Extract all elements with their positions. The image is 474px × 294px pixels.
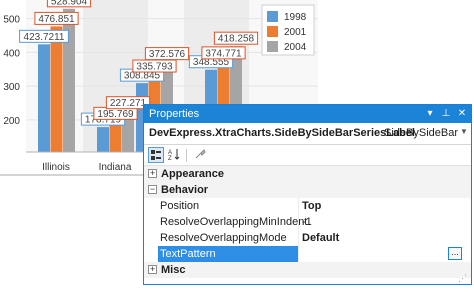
property-name: ResolveOverlappingMode bbox=[160, 232, 287, 244]
bar[interactable] bbox=[97, 127, 109, 152]
y-tick-label: 400 bbox=[3, 48, 20, 59]
close-icon[interactable]: ✕ bbox=[456, 107, 468, 120]
window-position-icon[interactable]: ▾ bbox=[424, 107, 436, 120]
alphabetical-icon[interactable]: AZ bbox=[166, 147, 182, 163]
property-name: Position bbox=[160, 200, 200, 212]
y-tick-label: 300 bbox=[3, 82, 20, 93]
properties-window: Properties ▾ ⊥ ✕ DevExpress.XtraCharts.S… bbox=[143, 104, 472, 285]
y-tick-label: 500 bbox=[3, 15, 20, 26]
pin-icon[interactable]: ⊥ bbox=[440, 107, 452, 120]
legend-label: 2004 bbox=[284, 42, 307, 53]
legend-swatch bbox=[267, 26, 278, 37]
ellipsis-button[interactable]: ... bbox=[448, 247, 462, 260]
category-misc[interactable]: + Misc bbox=[144, 262, 471, 278]
object-name: DevExpress.XtraCharts.SideBySideBarSerie… bbox=[149, 127, 415, 139]
category-appearance[interactable]: + Appearance bbox=[144, 166, 471, 182]
data-label: 418.258 bbox=[218, 34, 255, 45]
data-label: 423.7211 bbox=[24, 32, 65, 43]
category-behavior[interactable]: − Behavior bbox=[144, 182, 471, 198]
categorized-icon[interactable] bbox=[148, 147, 164, 163]
category-label: Behavior bbox=[161, 184, 209, 196]
property-value[interactable]: Default bbox=[302, 232, 339, 244]
properties-titlebar[interactable]: Properties ▾ ⊥ ✕ bbox=[144, 105, 471, 123]
legend-swatch bbox=[267, 11, 278, 22]
bar[interactable] bbox=[38, 44, 50, 152]
expand-icon[interactable]: + bbox=[148, 265, 157, 274]
data-label: 195.769 bbox=[97, 109, 134, 120]
bar[interactable] bbox=[50, 26, 63, 152]
svg-text:Z: Z bbox=[168, 156, 172, 161]
category-label: Appearance bbox=[161, 168, 224, 180]
property-row-position[interactable]: Position Top bbox=[144, 198, 471, 214]
property-row-textpattern[interactable]: TextPattern ... bbox=[144, 246, 471, 262]
resize-grip-icon[interactable]: ⋰ bbox=[458, 273, 467, 284]
property-name: ResolveOverlappingMinIndent bbox=[160, 216, 308, 228]
property-value[interactable]: Top bbox=[302, 200, 321, 212]
data-label: 528.904 bbox=[51, 0, 88, 7]
data-label: 476.851 bbox=[38, 14, 75, 25]
property-pages-icon[interactable] bbox=[192, 147, 208, 163]
chart-legend: 1998 2001 2004 bbox=[261, 4, 315, 56]
legend-label: 1998 bbox=[284, 12, 307, 23]
column-divider bbox=[298, 198, 299, 214]
properties-title: Properties bbox=[149, 108, 200, 120]
x-tick-label: Indiana bbox=[99, 162, 132, 173]
property-row-resolveoverlappingmode[interactable]: ResolveOverlappingMode Default bbox=[144, 230, 471, 246]
object-type: SideBySideBarS bbox=[384, 127, 458, 139]
y-tick-label: 200 bbox=[3, 116, 20, 127]
data-label: 227.271 bbox=[110, 98, 147, 109]
bar[interactable] bbox=[109, 121, 122, 152]
object-selector[interactable]: DevExpress.XtraCharts.SideBySideBarSerie… bbox=[144, 123, 471, 145]
data-label: 372.576 bbox=[149, 49, 186, 60]
column-divider bbox=[298, 246, 299, 262]
legend-label: 2001 bbox=[284, 27, 307, 38]
column-divider bbox=[298, 214, 299, 230]
properties-toolbar: AZ bbox=[144, 145, 471, 166]
expand-icon[interactable]: + bbox=[148, 169, 157, 178]
property-name: TextPattern bbox=[160, 248, 216, 260]
collapse-icon[interactable]: − bbox=[148, 185, 157, 194]
toolbar-separator bbox=[186, 149, 187, 162]
chevron-down-icon[interactable]: ▼ bbox=[460, 127, 468, 136]
x-tick-label: Illinois bbox=[42, 162, 70, 173]
legend-swatch bbox=[267, 41, 278, 52]
category-label: Misc bbox=[161, 264, 186, 276]
data-label: 335.793 bbox=[136, 62, 173, 73]
column-divider bbox=[298, 230, 299, 246]
property-value[interactable]: -1 bbox=[302, 216, 312, 228]
property-row-resolveoverlappingminindent[interactable]: ResolveOverlappingMinIndent -1 bbox=[144, 214, 471, 230]
data-label: 374.771 bbox=[205, 48, 242, 59]
